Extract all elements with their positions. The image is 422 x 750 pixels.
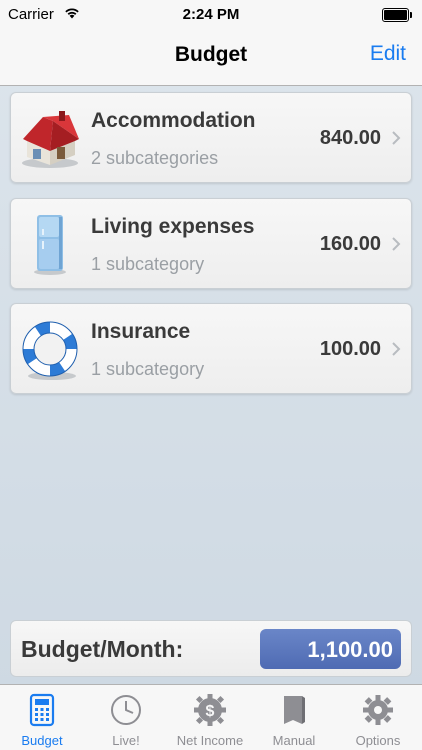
budget-total-label: Budget/Month:	[21, 636, 184, 662]
tab-label: Net Income	[176, 733, 244, 748]
dollar-gear-icon: $	[194, 694, 226, 726]
category-amount: 840.00	[319, 127, 381, 149]
tab-label: Live!	[112, 733, 140, 748]
fridge-icon	[34, 215, 66, 275]
category-card-living-expenses[interactable]: Living expenses 1 subcategory 160.00	[10, 198, 412, 289]
category-name: Living expenses	[91, 215, 255, 238]
chevron-right-icon	[392, 237, 401, 251]
navigation-bar: Budget Edit	[0, 30, 422, 86]
category-amount: 100.00	[319, 338, 381, 360]
edit-button[interactable]: Edit	[370, 42, 406, 66]
category-card-insurance[interactable]: Insurance 1 subcategory 100.00	[10, 303, 412, 394]
budget-total-value: 1,100.00	[260, 629, 401, 669]
category-subtitle: 1 subcategory	[91, 359, 205, 379]
category-amount: 160.00	[319, 233, 381, 255]
lifebuoy-icon	[22, 321, 78, 380]
svg-text:$: $	[206, 703, 215, 720]
tab-options[interactable]: Options	[336, 685, 420, 750]
category-subtitle: 1 subcategory	[91, 254, 205, 274]
chevron-right-icon	[392, 342, 401, 356]
page-title: Budget	[174, 43, 248, 66]
status-bar: Carrier 2:24 PM	[0, 0, 422, 30]
gear-icon	[363, 695, 393, 725]
budget-total-bar: Budget/Month: 1,100.00	[10, 620, 412, 677]
category-name: Accommodation	[91, 109, 256, 132]
tab-live[interactable]: Live!	[84, 685, 168, 750]
tab-label: Budget	[21, 733, 63, 748]
clock-time: 2:24 PM	[182, 6, 240, 23]
tab-budget[interactable]: Budget	[0, 685, 84, 750]
tab-bar: Budget Live! $ Net Income Manual Options	[0, 684, 422, 750]
category-name: Insurance	[91, 320, 191, 343]
book-icon	[284, 696, 305, 724]
calculator-icon	[29, 693, 55, 727]
battery-icon	[382, 8, 412, 22]
tab-net-income[interactable]: $ Net Income	[168, 685, 252, 750]
tab-label: Manual	[272, 733, 316, 748]
tab-label: Options	[355, 733, 401, 748]
category-card-accommodation[interactable]: Accommodation 2 subcategories 840.00	[10, 92, 412, 183]
category-subtitle: 2 subcategories	[91, 148, 219, 168]
chevron-right-icon	[392, 131, 401, 145]
clock-icon	[111, 695, 141, 725]
tab-manual[interactable]: Manual	[252, 685, 336, 750]
house-icon	[22, 111, 79, 168]
